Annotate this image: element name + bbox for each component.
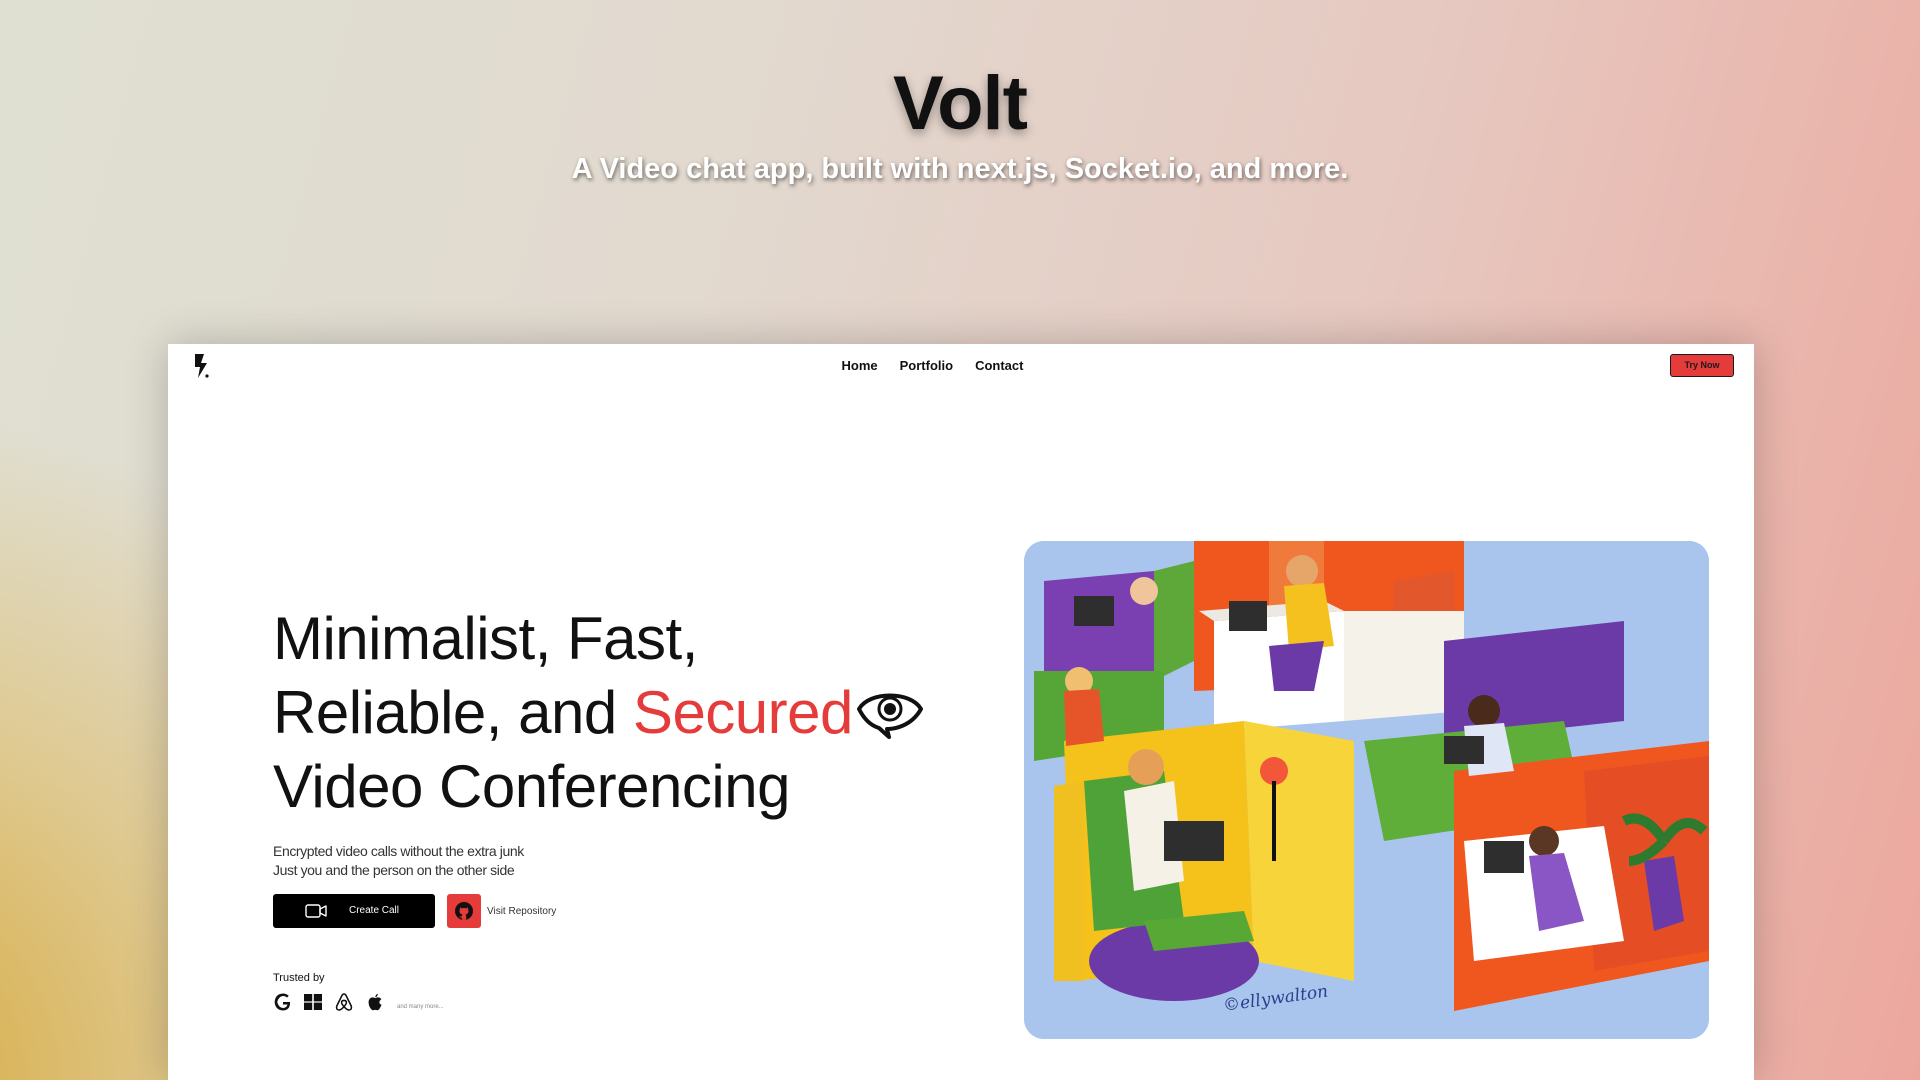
github-icon	[455, 902, 473, 920]
windows-icon	[304, 994, 322, 1010]
nav-contact-link[interactable]: Contact	[975, 358, 1023, 373]
airbnb-icon	[335, 993, 353, 1011]
hero-accent-word: Secured	[632, 679, 853, 746]
hero-desc-line-1: Encrypted video calls without the extra …	[273, 843, 524, 859]
hero-desc-line-2: Just you and the person on the other sid…	[273, 862, 515, 878]
hero-line-3: Video Conferencing	[273, 753, 790, 820]
office-illustration: ©ellywalton	[1024, 541, 1709, 1039]
illustration-art: ©ellywalton	[1024, 541, 1709, 1039]
and-many-more-label: and many more...	[397, 1004, 444, 1010]
visit-repository-label: Visit Repository	[487, 906, 557, 917]
hero-description: Encrypted video calls without the extra …	[273, 842, 524, 880]
hero-line-2: Reliable, and Secured	[273, 676, 993, 750]
trusted-by-label: Trusted by	[273, 972, 325, 984]
google-icon	[274, 993, 291, 1011]
nav-links: Home Portfolio Contact	[168, 358, 1754, 373]
nav-portfolio-link[interactable]: Portfolio	[900, 358, 953, 373]
navbar: Home Portfolio Contact Try Now	[168, 344, 1754, 388]
eye-speech-bubble-icon	[856, 693, 923, 739]
hero-line-2-text: Reliable, and	[273, 679, 633, 746]
try-now-button[interactable]: Try Now	[1670, 354, 1734, 377]
github-icon-box	[447, 894, 481, 928]
hero-heading: Minimalist, Fast, Reliable, and Secured …	[273, 602, 993, 824]
website-preview: Home Portfolio Contact Try Now Minimalist,…	[168, 344, 1754, 1080]
apple-icon	[368, 993, 382, 1011]
promo-subtitle: A Video chat app, built with next.js, So…	[571, 153, 1349, 185]
create-call-button[interactable]: Create Call	[273, 894, 435, 928]
nav-home-link[interactable]: Home	[842, 358, 878, 373]
hero-line-1: Minimalist, Fast,	[273, 605, 698, 672]
promo-title: Volt	[893, 61, 1028, 146]
create-call-label: Create Call	[348, 905, 400, 916]
promo-header: Volt A Video chat app, built with next.j…	[0, 60, 1920, 186]
